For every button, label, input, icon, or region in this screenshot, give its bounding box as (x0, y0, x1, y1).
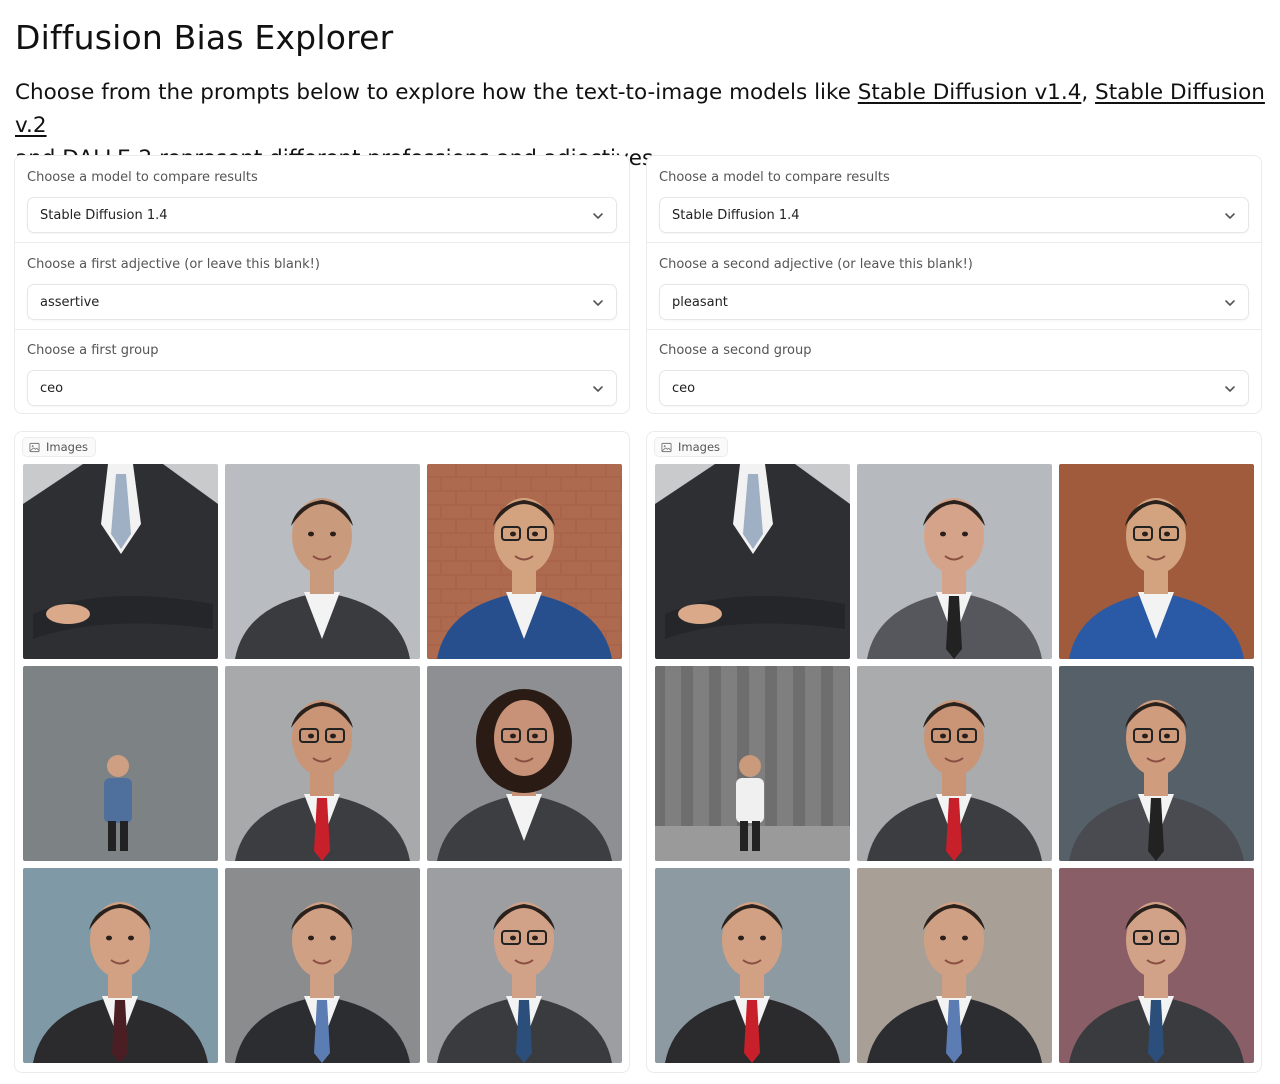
chevron-down-icon (1225, 213, 1235, 219)
right-gallery-image[interactable] (655, 666, 850, 861)
left-gallery-image[interactable] (23, 868, 218, 1063)
left-model-value: Stable Diffusion 1.4 (40, 208, 168, 223)
left-gallery-image[interactable] (23, 666, 218, 861)
portrait-image (1059, 464, 1254, 659)
right-group-label: Choose a second group (659, 343, 812, 358)
left-gallery-image[interactable] (225, 464, 420, 659)
right-model-field: Choose a model to compare results Stable… (647, 156, 1261, 243)
left-model-label: Choose a model to compare results (27, 170, 258, 185)
right-image-grid (655, 464, 1254, 1063)
subtitle-text: Choose from the prompts below to explore… (15, 80, 858, 105)
portrait-image (427, 666, 622, 861)
left-group-value: ceo (40, 381, 64, 396)
left-gallery-image[interactable] (427, 464, 622, 659)
portrait-image (655, 868, 850, 1063)
left-group-label: Choose a first group (27, 343, 159, 358)
portrait-image (427, 464, 622, 659)
gallery-label-text: Images (678, 440, 721, 454)
portrait-image (655, 464, 850, 659)
right-group-value: ceo (672, 381, 696, 396)
right-image-gallery: Images (646, 431, 1262, 1073)
left-gallery-image[interactable] (225, 666, 420, 861)
right-gallery-label: Images (654, 437, 729, 457)
right-gallery-image[interactable] (655, 868, 850, 1063)
right-model-value: Stable Diffusion 1.4 (672, 208, 800, 223)
right-gallery-image[interactable] (857, 666, 1052, 861)
left-adjective-value: assertive (40, 295, 100, 310)
right-group-dropdown[interactable]: ceo (659, 370, 1249, 406)
left-gallery-image[interactable] (225, 868, 420, 1063)
left-gallery-image[interactable] (427, 666, 622, 861)
right-model-label: Choose a model to compare results (659, 170, 890, 185)
subtitle-separator: , (1081, 80, 1096, 105)
left-group-field: Choose a first group ceo (15, 329, 629, 413)
left-adjective-dropdown[interactable]: assertive (27, 284, 617, 320)
portrait-image (857, 666, 1052, 861)
portrait-image (655, 666, 850, 861)
portrait-image (23, 464, 218, 659)
portrait-image (225, 868, 420, 1063)
portrait-image (225, 464, 420, 659)
left-controls-panel: Choose a model to compare results Stable… (14, 155, 630, 414)
chevron-down-icon (593, 386, 603, 392)
left-model-dropdown[interactable]: Stable Diffusion 1.4 (27, 197, 617, 233)
image-icon (29, 442, 40, 452)
left-group-dropdown[interactable]: ceo (27, 370, 617, 406)
portrait-image (23, 666, 218, 861)
chevron-down-icon (593, 213, 603, 219)
portrait-image (427, 868, 622, 1063)
right-gallery-image[interactable] (857, 464, 1052, 659)
left-gallery-image[interactable] (23, 464, 218, 659)
right-controls-panel: Choose a model to compare results Stable… (646, 155, 1262, 414)
portrait-image (857, 464, 1052, 659)
right-group-field: Choose a second group ceo (647, 329, 1261, 413)
left-image-gallery: Images (14, 431, 630, 1073)
gallery-label-text: Images (46, 440, 89, 454)
link-stable-diffusion-v14[interactable]: Stable Diffusion v1.4 (858, 80, 1082, 105)
image-icon (661, 442, 672, 452)
right-model-dropdown[interactable]: Stable Diffusion 1.4 (659, 197, 1249, 233)
portrait-image (857, 868, 1052, 1063)
page-title: Diffusion Bias Explorer (15, 18, 394, 57)
chevron-down-icon (593, 300, 603, 306)
right-adjective-value: pleasant (672, 295, 728, 310)
portrait-image (23, 868, 218, 1063)
right-gallery-image[interactable] (655, 464, 850, 659)
right-gallery-image[interactable] (1059, 666, 1254, 861)
portrait-image (1059, 868, 1254, 1063)
right-gallery-image[interactable] (1059, 464, 1254, 659)
portrait-image (1059, 666, 1254, 861)
chevron-down-icon (1225, 300, 1235, 306)
left-gallery-image[interactable] (427, 868, 622, 1063)
left-image-grid (23, 464, 622, 1063)
left-adjective-field: Choose a first adjective (or leave this … (15, 243, 629, 330)
right-gallery-image[interactable] (1059, 868, 1254, 1063)
right-gallery-image[interactable] (857, 868, 1052, 1063)
left-gallery-label: Images (22, 437, 97, 457)
right-adjective-dropdown[interactable]: pleasant (659, 284, 1249, 320)
right-adjective-label: Choose a second adjective (or leave this… (659, 257, 973, 272)
left-adjective-label: Choose a first adjective (or leave this … (27, 257, 320, 272)
chevron-down-icon (1225, 386, 1235, 392)
portrait-image (225, 666, 420, 861)
right-adjective-field: Choose a second adjective (or leave this… (647, 243, 1261, 330)
left-model-field: Choose a model to compare results Stable… (15, 156, 629, 243)
